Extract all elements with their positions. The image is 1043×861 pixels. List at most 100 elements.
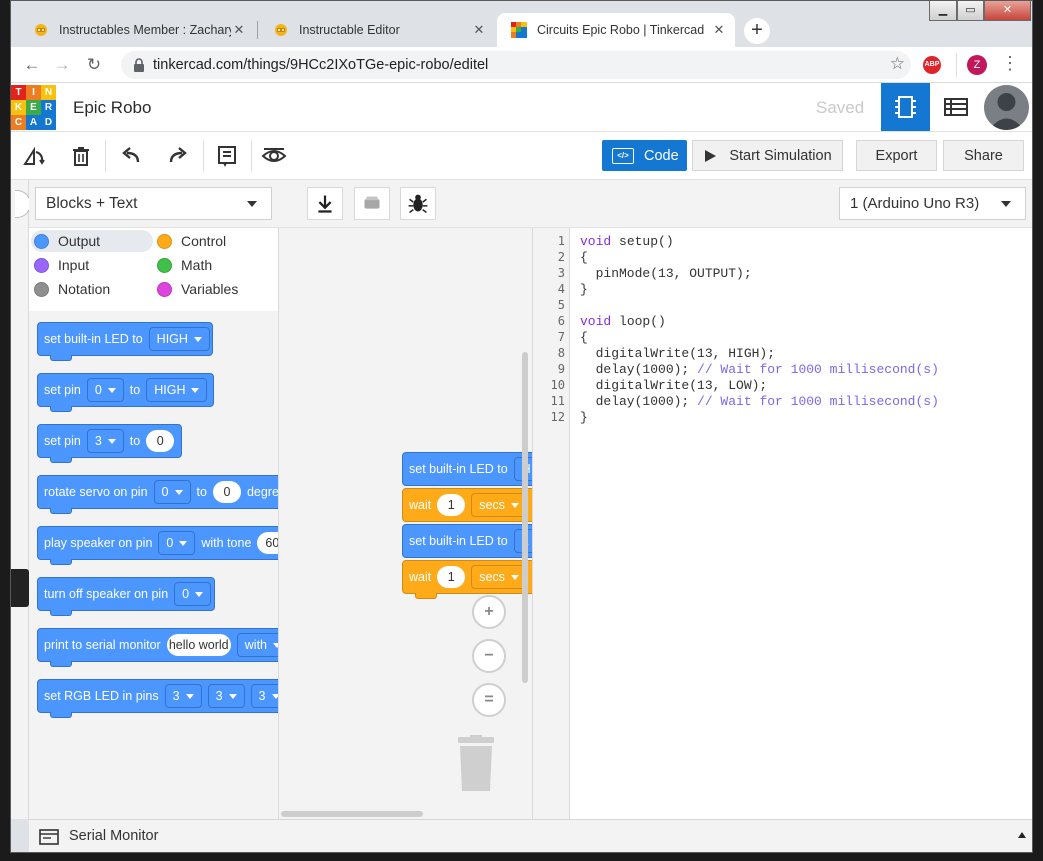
category-input[interactable]: Input [34, 254, 89, 276]
minimize-button[interactable]: ▁ [929, 1, 957, 21]
zoom-reset-icon[interactable]: = [472, 683, 506, 717]
tab-instructables-member[interactable]: Instructables Member : ZacharyA ✕ [19, 13, 255, 47]
libraries-button[interactable] [354, 187, 390, 220]
trash-can-icon[interactable] [455, 735, 497, 793]
script-wait-2[interactable]: wait 1 secs [402, 560, 532, 599]
reload-icon[interactable]: ↻ [83, 54, 105, 76]
chevron-up-icon[interactable] [1018, 832, 1026, 838]
notes-icon[interactable] [214, 144, 240, 168]
category-label: Input [58, 257, 90, 273]
block-dropdown[interactable]: 0 [158, 531, 196, 555]
block-dropdown[interactable]: with [236, 633, 278, 657]
tab-close-icon[interactable]: ✕ [231, 22, 247, 38]
tinkercad-logo[interactable]: T I N K E R C A D [11, 85, 56, 130]
block-set-rgb-led[interactable]: set RGB LED in pins 3 3 3 [37, 679, 278, 718]
circuit-view-button[interactable] [881, 83, 930, 131]
tab-instructable-editor[interactable]: Instructable Editor ✕ [259, 13, 495, 47]
rotate-icon[interactable] [21, 144, 47, 168]
code-editor[interactable]: void setup() { pinMode(13, OUTPUT); } vo… [570, 228, 1032, 819]
collapse-handle-icon[interactable] [11, 569, 29, 607]
block-set-builtin-led[interactable]: set built-in LED to HIGH [37, 322, 213, 361]
new-tab-button[interactable]: + [744, 18, 770, 44]
code-line: void setup() [580, 234, 674, 249]
profile-avatar[interactable]: Z [967, 55, 987, 75]
tab-circuits-epic-robo[interactable]: Circuits Epic Robo | Tinkercad ✕ [497, 13, 735, 47]
block-set-pin-analog[interactable]: set pin 3 to 0 [37, 424, 182, 463]
block-value-input[interactable]: 0 [212, 481, 241, 503]
export-button[interactable]: Export [856, 140, 937, 171]
line-number: 10 [550, 378, 565, 392]
blocks-workspace[interactable]: set built-in LED to H wait 1 secs set bu… [279, 228, 533, 819]
zoom-in-icon[interactable]: + [472, 595, 506, 629]
tab-close-icon[interactable]: ✕ [471, 22, 487, 38]
visibility-eye-icon[interactable] [261, 144, 287, 168]
components-list-button[interactable] [931, 83, 981, 131]
window-close-button[interactable]: ✕ [984, 1, 1031, 21]
block-dropdown[interactable]: 0 [153, 480, 191, 504]
script-wait-1[interactable]: wait 1 secs [402, 488, 532, 522]
script-set-builtin-led-low[interactable]: set built-in LED to L [402, 524, 532, 558]
adblock-extension-icon[interactable]: ABP [923, 56, 941, 74]
forward-arrow-icon[interactable]: → [51, 54, 73, 76]
block-dropdown[interactable]: 3 [207, 684, 245, 708]
category-control[interactable]: Control [157, 230, 226, 252]
block-print-serial[interactable]: print to serial monitor hello world with [37, 628, 278, 667]
block-turn-off-speaker[interactable]: turn off speaker on pin 0 [37, 577, 215, 616]
block-dropdown[interactable]: HIGH [148, 327, 210, 351]
browser-window: Instructables Member : ZacharyA ✕ Instru… [10, 0, 1033, 853]
address-bar[interactable]: tinkercad.com/things/9HCc2IXoTGe-epic-ro… [121, 51, 911, 79]
block-value-input[interactable]: 60 [257, 532, 278, 554]
logo-letter: C [11, 115, 26, 130]
project-title[interactable]: Epic Robo [73, 98, 151, 118]
block-dropdown[interactable]: secs [471, 493, 527, 517]
block-dropdown[interactable]: 0 [174, 582, 212, 606]
vertical-scrollbar[interactable] [522, 352, 528, 683]
share-button[interactable]: Share [943, 140, 1024, 171]
tab-close-icon[interactable]: ✕ [711, 22, 727, 38]
code-line: digitalWrite(13, HIGH); [580, 346, 776, 361]
category-variables[interactable]: Variables [157, 278, 238, 300]
maximize-button[interactable]: ▭ [957, 1, 984, 21]
code-button[interactable]: </> Code [602, 140, 687, 171]
block-value-input[interactable]: 1 [437, 494, 466, 516]
block-rotate-servo[interactable]: rotate servo on pin 0 to 0 degre [37, 475, 278, 514]
category-math[interactable]: Math [157, 254, 212, 276]
undo-icon[interactable] [118, 144, 144, 168]
serial-monitor-bar[interactable]: Serial Monitor [29, 819, 1032, 852]
block-play-speaker[interactable]: play speaker on pin 0 with tone 60 [37, 526, 278, 565]
code-line: } [580, 282, 588, 297]
tinkercad-icon [511, 22, 527, 38]
trash-icon[interactable] [68, 144, 94, 168]
category-output[interactable]: Output [31, 230, 153, 252]
block-dropdown[interactable]: 3 [164, 684, 202, 708]
block-label: print to serial monitor [44, 638, 161, 652]
code-mode-dropdown[interactable]: Blocks + Text [35, 187, 272, 220]
block-notch [50, 406, 72, 412]
board-dropdown[interactable]: 1 (Arduino Uno R3) [839, 187, 1026, 220]
block-value-input[interactable]: 1 [437, 566, 466, 588]
redo-icon[interactable] [165, 144, 191, 168]
block-dropdown[interactable]: 3 [250, 684, 278, 708]
block-dropdown[interactable]: HIGH [146, 378, 208, 402]
block-dropdown[interactable]: secs [471, 565, 527, 589]
user-avatar[interactable] [984, 85, 1029, 130]
block-dropdown[interactable]: 0 [86, 378, 124, 402]
block-set-pin-digital[interactable]: set pin 0 to HIGH [37, 373, 214, 412]
block-value-input[interactable]: 0 [146, 430, 175, 452]
bookmark-star-icon[interactable]: ☆ [890, 54, 905, 74]
category-color-dot [157, 281, 172, 297]
script-set-builtin-led-high[interactable]: set built-in LED to H [402, 452, 532, 486]
start-simulation-button[interactable]: Start Simulation [692, 140, 843, 171]
zoom-out-icon[interactable]: − [472, 639, 506, 673]
back-arrow-icon[interactable]: ← [21, 54, 43, 76]
horizontal-scrollbar[interactable] [281, 811, 423, 817]
download-code-button[interactable] [307, 187, 343, 220]
block-dropdown[interactable]: 3 [86, 429, 124, 453]
category-label: Notation [58, 281, 111, 297]
code-line: delay(1000); // Wait for 1000 millisecon… [580, 362, 939, 377]
browser-menu-icon[interactable]: ⋮ [1001, 53, 1019, 74]
category-notation[interactable]: Notation [34, 278, 110, 300]
board-value: 1 (Arduino Uno R3) [850, 195, 980, 212]
block-value-input[interactable]: hello world [166, 634, 231, 656]
debugger-button[interactable] [400, 187, 436, 220]
